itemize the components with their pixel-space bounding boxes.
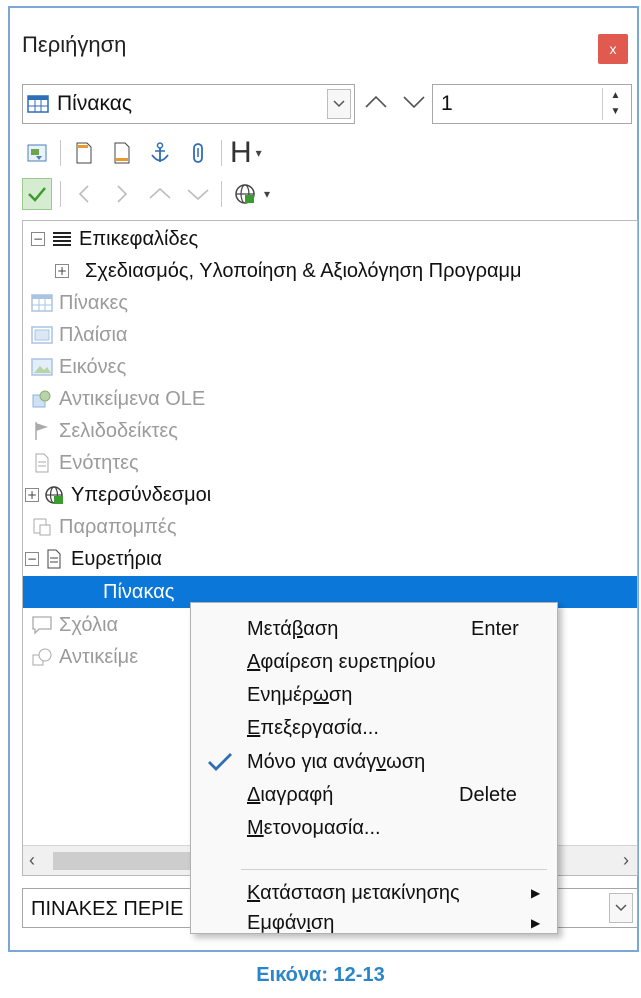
shortcut-delete: Delete [459,784,517,806]
tree-item-headings[interactable]: − Επικεφαλίδες [31,223,198,255]
header-icon[interactable] [69,137,99,169]
menu-item-display[interactable]: Εμφάνιση ▶ [191,909,557,939]
table-icon [27,95,49,113]
menu-item-drag-mode[interactable]: Κατάσταση μετακίνησης ▶ [191,879,557,909]
tree-item-hyperlinks[interactable]: + Υπερσύνδεσμοι [25,479,211,511]
expand-icon[interactable]: + [25,488,39,502]
footer-icon[interactable] [107,137,137,169]
menu-item-delete[interactable]: Διαγραφή Delete [191,781,557,811]
headings-icon [51,228,73,250]
menu-item-rename[interactable]: Μετονομασία... [191,814,557,844]
set-reminder-icon[interactable] [183,137,213,169]
menu-item-remove-index[interactable]: Αφαίρεση ευρετηρίου [191,648,557,678]
globe-icon [43,484,65,506]
tree-item-comments[interactable]: Σχόλια [31,609,118,641]
menu-item-go-to[interactable]: Μετάβαση Enter [191,615,557,645]
chevron-down-icon[interactable]: ▾ [256,146,262,160]
checkmark-icon [205,748,235,781]
menu-separator [241,869,547,870]
table-icon [31,292,53,314]
tree-item-sections[interactable]: Ενότητες [31,447,139,479]
tree-item-references[interactable]: Παραπομπές [31,511,176,543]
image-icon [31,356,53,378]
bookmark-icon [31,420,53,442]
submenu-arrow-icon: ▶ [531,916,541,930]
tree-item-indexes[interactable]: − Ευρετήρια [25,543,162,575]
tree-item-bookmarks[interactable]: Σελιδοδείκτες [31,415,178,447]
menu-item-read-only[interactable]: Μόνο για ανάγνωση [191,748,557,778]
demote-chapter-icon[interactable] [107,178,137,210]
navigator-toolbar-bottom: ▾ [22,178,270,210]
tree-item-tables[interactable]: Πίνακες [31,287,128,319]
ole-object-icon [31,388,53,410]
menu-item-update[interactable]: Ενημέρωση [191,681,557,711]
heading-levels-icon[interactable]: H [230,136,252,170]
document-select-value: ΠΙΝΑΚΕΣ ΠΕΡΙΕ [31,898,184,920]
frame-icon [31,324,53,346]
document-dropdown-button[interactable] [609,893,633,923]
checkmark-icon[interactable] [22,178,52,210]
navigator-toolbar-top: H ▾ [22,136,262,170]
chevron-down-icon[interactable]: ▾ [264,187,270,201]
scroll-left-icon[interactable]: ‹ [29,850,35,871]
collapse-icon[interactable]: − [31,232,45,246]
context-menu: Μετάβαση Enter Αφαίρεση ευρετηρίου Ενημέ… [190,602,558,934]
promote-level-icon[interactable] [145,178,175,210]
anchor-icon[interactable] [145,137,175,169]
drawing-object-icon [31,646,53,668]
expand-icon[interactable]: + [55,264,69,278]
tree-item-frames[interactable]: Πλαίσια [31,319,128,351]
shortcut-enter: Enter [471,618,519,640]
panel-title: Περιήγηση [22,32,127,57]
collapse-icon[interactable]: − [25,552,39,566]
figure-caption: Εικόνα: 12-13 [256,964,385,986]
close-button[interactable]: x [598,34,628,64]
reference-icon [31,516,53,538]
demote-level-icon[interactable] [183,178,213,210]
spin-down-icon[interactable]: ▼ [603,104,628,120]
index-icon [43,548,65,570]
submenu-arrow-icon: ▶ [531,886,541,900]
tree-item-ole-objects[interactable]: Αντικείμενα OLE [31,383,205,415]
item-number-value: 1 [441,92,453,115]
scroll-right-icon[interactable]: › [623,850,629,871]
tree-item-heading-child[interactable]: + Σχεδιασμός, Υλοποίηση & Αξιολόγηση Προ… [55,255,522,287]
navigate-by-dropdown-button[interactable] [327,89,351,119]
promote-chapter-icon[interactable] [69,178,99,210]
tree-item-index-child[interactable]: Πίνακας [103,576,174,608]
previous-icon[interactable] [362,90,390,119]
menu-item-edit[interactable]: Επεξεργασία... [191,714,557,744]
toggle-content-icon[interactable] [22,137,52,169]
tree-item-drawing-objects[interactable]: Αντικείμε [31,641,138,673]
spin-up-icon[interactable]: ▲ [603,88,628,104]
next-icon[interactable] [400,90,428,119]
tree-item-images[interactable]: Εικόνες [31,351,126,383]
navigate-by-value: Πίνακας [57,92,132,115]
section-icon [31,452,53,474]
navigate-by-select[interactable]: Πίνακας [22,84,355,124]
number-spinner[interactable]: ▲ ▼ [602,88,628,120]
globe-drag-mode-icon[interactable] [230,178,260,210]
item-number-input[interactable]: 1 ▲ ▼ [432,84,632,124]
comment-icon [31,614,53,636]
